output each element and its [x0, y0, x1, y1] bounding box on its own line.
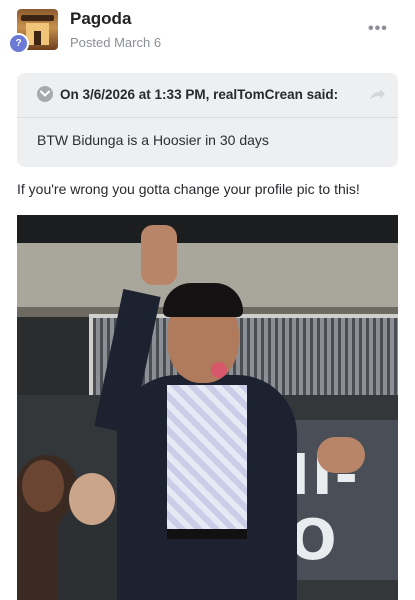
quote-header[interactable]: On 3/6/2026 at 1:33 PM, realTomCrean sai…	[17, 73, 398, 118]
post-body-text: If you're wrong you gotta change your pr…	[17, 181, 360, 197]
photo-coach-belt	[167, 529, 247, 539]
rank-badge-icon: ?	[8, 33, 29, 54]
photo-coach-pointing-hand	[317, 437, 365, 473]
go-to-quoted-post-icon[interactable]	[368, 87, 386, 108]
photo-bystander-left-face	[22, 460, 64, 512]
photo-coach-shirt	[167, 385, 247, 535]
avatar-pagoda-door	[34, 31, 41, 45]
photo-coach-peace-hand	[141, 225, 177, 285]
post-header: ? Pagoda Posted March 6 •••	[0, 0, 415, 60]
avatar-pagoda-roof	[21, 15, 54, 21]
photo-bystander-center-face	[69, 473, 115, 525]
collapse-chevron-icon[interactable]	[37, 86, 53, 102]
post-timestamp[interactable]: Posted March 6	[70, 35, 161, 50]
quote-attribution: On 3/6/2026 at 1:33 PM, realTomCrean sai…	[60, 87, 339, 102]
photo-coach-hair	[163, 283, 243, 317]
post-image[interactable]: II-O	[17, 215, 398, 600]
author-username[interactable]: Pagoda	[70, 9, 131, 29]
quote-block: On 3/6/2026 at 1:33 PM, realTomCrean sai…	[17, 73, 398, 167]
photo-coach-tongue	[211, 362, 227, 378]
quote-text: BTW Bidunga is a Hoosier in 30 days	[37, 132, 269, 148]
more-options-icon[interactable]: •••	[368, 20, 388, 38]
forum-post: ? Pagoda Posted March 6 ••• On 3/6/2026 …	[0, 0, 415, 600]
